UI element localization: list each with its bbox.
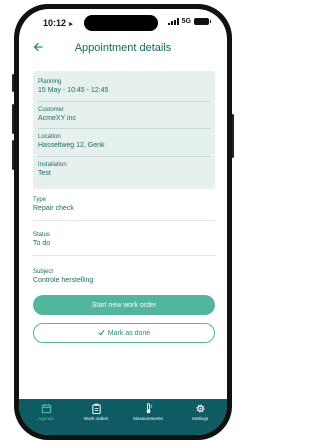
calendar-icon [41,403,51,414]
customer-field: Customer AcmeXY inc [38,106,76,124]
planning-label: Planning [38,79,62,85]
divider [38,101,210,102]
location-field: Location Hasseltweg 12, Genk [38,133,105,151]
start-work-order-label: Start new work order [91,301,157,309]
dynamic-island [84,15,158,31]
tab-work-orders[interactable]: Work orders [73,403,119,421]
status-indicators: 5G [167,18,211,25]
divider [33,255,215,256]
status-time: 10:12 [43,18,67,28]
mark-as-done-label: Mark as done [107,329,151,337]
location-arrow-icon: ➤ [68,22,74,28]
tab-settings[interactable]: Settings [177,403,223,421]
customer-value: AcmeXY inc [38,115,76,122]
status-bar: 10:12 ➤ 5G [19,9,227,33]
mute-switch [12,74,14,92]
signal-icon [167,18,179,25]
phone-frame: 10:12 ➤ 5G Appointment details Planning 1… [12,4,234,440]
page-title: Appointment details [74,42,172,54]
customer-label: Customer [38,107,65,113]
status-label: Status [33,232,51,238]
installation-label: Installation [38,162,67,168]
battery-icon [194,18,211,25]
network-type: 5G [181,18,191,25]
header: Appointment details [19,39,227,65]
mark-as-done-button[interactable]: Mark as done [33,323,215,343]
divider [38,156,210,157]
tab-measurements[interactable]: Measurements [125,403,171,421]
app-screen: 10:12 ➤ 5G Appointment details Planning 1… [19,9,227,435]
tab-label: Work orders [83,416,109,421]
volume-up-button [12,104,14,134]
location-label: Location [38,134,61,140]
tab-label: Measurements [133,416,163,421]
type-value: Repair check [33,205,74,212]
tab-label: Agenda [38,416,54,421]
installation-value: Test [38,170,51,177]
tab-label: Settings [191,416,209,421]
planning-value: 15 May - 10:45 - 12:45 [38,87,109,94]
subject-field: Subject Controle herstelling [33,268,93,286]
type-field: Type Repair check [33,196,74,214]
start-work-order-button[interactable]: Start new work order [33,295,215,315]
subject-value: Controle herstelling [33,277,94,284]
installation-field: Installation Test [38,161,67,179]
status-field: Status To do [33,231,50,249]
thermometer-icon [146,403,152,414]
tab-agenda[interactable]: Agenda [23,403,69,421]
location-value: Hasseltweg 12, Genk [38,142,105,149]
divider [38,128,210,129]
divider [33,220,215,221]
subject-label: Subject [33,269,54,275]
clipboard-icon [91,403,101,414]
status-value: To do [33,240,51,247]
tab-bar: Agenda Work orders Measurements Settings [19,399,227,435]
gear-icon [195,404,205,413]
planning-field: Planning 15 May - 10:45 - 12:45 [38,78,108,96]
volume-down-button [12,140,14,170]
check-icon [98,329,105,338]
type-label: Type [33,197,47,203]
status-time-wrap: 10:12 ➤ [43,18,73,28]
power-button [232,114,234,158]
